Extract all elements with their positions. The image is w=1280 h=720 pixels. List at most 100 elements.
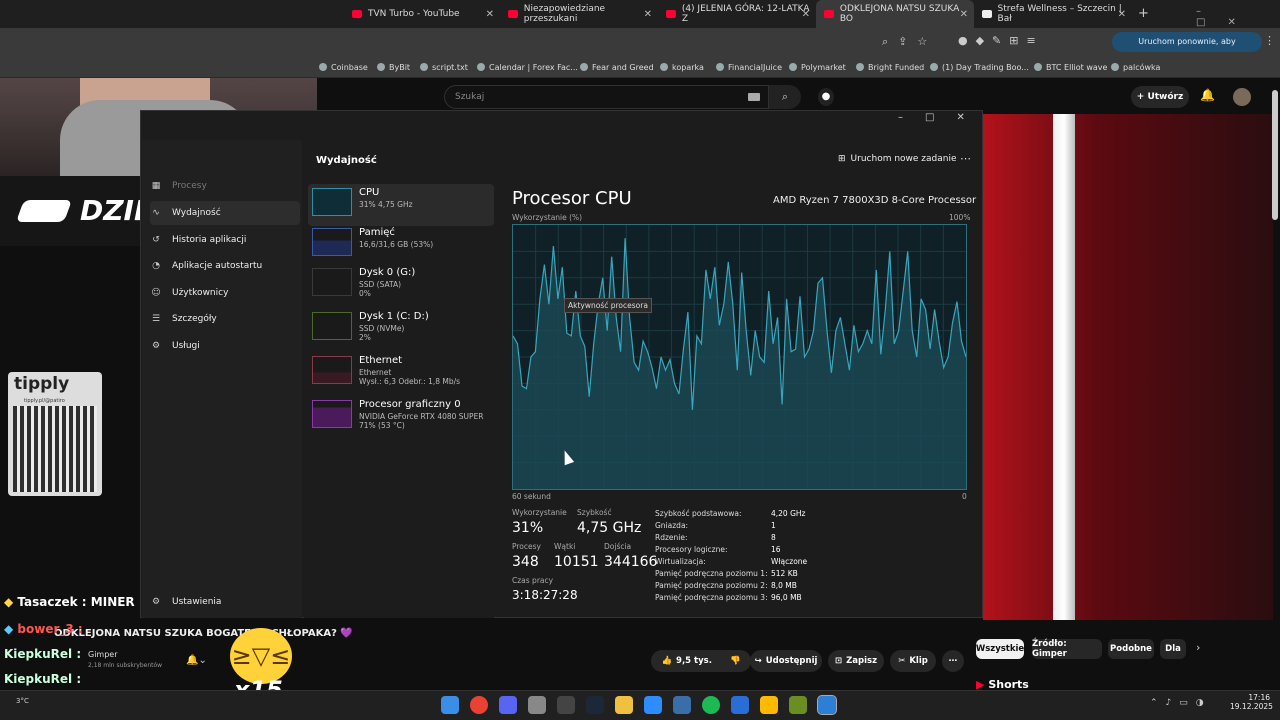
discord-icon[interactable] [499, 696, 517, 714]
save-button[interactable]: ⊡ Zapisz [828, 650, 884, 672]
bookmark[interactable]: Calendar | Forex Fac... [477, 56, 578, 78]
app-icon[interactable] [557, 696, 575, 714]
nav-item-performance[interactable]: ∿ Wydajność [150, 201, 300, 225]
like-button[interactable]: 👍 9,5 tys. 👎 [651, 650, 751, 672]
edge-icon[interactable] [644, 696, 662, 714]
app-icon[interactable] [731, 696, 749, 714]
new-task-button[interactable]: ⊞ Uruchom nowe zadanie [838, 154, 957, 164]
tab-jelenia-gora[interactable]: (4) JELENIA GÓRA: 12-LATKA Z ✕ [658, 0, 816, 28]
bookmark[interactable]: koparka [660, 56, 704, 78]
extension-icons[interactable]: ●◆✎⊞≡ [958, 34, 1044, 47]
vpn-icon[interactable] [673, 696, 691, 714]
tab-label: ODKLEJONA NATSU SZUKA BO [839, 4, 960, 24]
device-gpu[interactable]: Procesor graficzny 0 NVIDIA GeForce RTX … [308, 396, 494, 438]
bookmark[interactable]: Fear and Greed [580, 56, 654, 78]
chip-for-you[interactable]: Dla [1160, 639, 1186, 659]
device-ethernet[interactable]: Ethernet Ethernet Wysł.: 6,3 Odebr.: 1,8… [308, 352, 494, 394]
chrome-icon[interactable] [470, 696, 488, 714]
address-actions-icons[interactable]: ⌕⇪☆ [882, 35, 937, 49]
task-manager-icon[interactable] [817, 695, 837, 715]
create-button[interactable]: + Utwórz [1131, 86, 1189, 108]
window-controls[interactable]: –□✕ [1196, 6, 1280, 28]
video-frame[interactable] [983, 114, 1273, 620]
nav-item-app-history[interactable]: ↺ Historia aplikacji [150, 228, 246, 252]
chip-all[interactable]: Wszystkie [976, 639, 1024, 659]
bookmark[interactable]: Polymarket [789, 56, 846, 78]
share-label: Udostępnij [765, 656, 818, 666]
scrollbar-thumb[interactable] [1272, 90, 1278, 220]
bookmark-icon [1111, 63, 1119, 71]
tab-tvn[interactable]: TVN Turbo - YouTube ✕ [344, 0, 500, 28]
more-actions-icon[interactable]: ⋯ [942, 650, 964, 672]
update-button[interactable]: Uruchom ponownie, aby zaktualizować [1112, 32, 1262, 66]
device-memory[interactable]: Pamięć 16,6/31,6 GB (53%) [308, 224, 494, 266]
nav-item-settings[interactable]: ⚙ Ustawienia [150, 590, 222, 614]
search-input[interactable]: Szukaj [444, 85, 769, 109]
chevron-right-icon[interactable]: › [1196, 641, 1200, 654]
share-button[interactable]: ↪ Udostępnij [750, 650, 822, 672]
device-disk-0[interactable]: Dysk 0 (G:) SSD (SATA) 0% [308, 264, 494, 306]
clock[interactable]: 17:16 19.12.2025 [1230, 693, 1273, 711]
speed-value: 4,75 GHz [577, 520, 642, 536]
device-stat: SSD (SATA) [359, 280, 402, 289]
app-icon[interactable] [789, 696, 807, 714]
weather-temp[interactable]: 3°C [16, 697, 29, 705]
app-icon[interactable] [528, 696, 546, 714]
taskmgr-window-controls[interactable]: –□✕ [898, 112, 987, 123]
spotify-icon[interactable] [702, 696, 720, 714]
avatar[interactable] [1233, 88, 1251, 106]
clip-button[interactable]: ✂ Klip [890, 650, 936, 672]
tab-strefa[interactable]: Strefa Wellness – Szczecin | Bał ✕ [974, 0, 1132, 28]
tray-icons[interactable]: ⌃♪▭◑ [1150, 698, 1212, 708]
microphone-icon[interactable]: ● [818, 88, 834, 106]
start-icon[interactable] [441, 696, 459, 714]
tab-niezapowiedziane[interactable]: Niezapowiedziane przeszukani ✕ [500, 0, 658, 28]
bookmark[interactable]: palcówka [1111, 56, 1160, 78]
youtube-icon [508, 10, 518, 18]
menu-icon[interactable]: ⋮ [1264, 34, 1275, 47]
bookmark[interactable]: BTC Elliot wave [1034, 56, 1107, 78]
bell-icon[interactable]: 🔔 [1200, 88, 1215, 102]
bookmark[interactable]: Coinbase [319, 56, 368, 78]
close-icon[interactable]: ✕ [644, 9, 652, 20]
steam-icon[interactable] [586, 696, 604, 714]
processes-value: 348 [512, 554, 539, 570]
device-disk-1[interactable]: Dysk 1 (C: D:) SSD (NVMe) 2% [308, 308, 494, 350]
folder-icon [660, 63, 668, 71]
bookmark-label: Coinbase [331, 62, 368, 72]
nav-item-processes[interactable]: ▦ Procesy [150, 174, 207, 198]
keyboard-icon[interactable] [748, 93, 760, 101]
nav-item-services[interactable]: ⚙ Usługi [150, 334, 200, 358]
badge-icon: ◆ [4, 622, 14, 636]
bookmark[interactable]: script.txt [420, 56, 468, 78]
chip-source[interactable]: Źródło: Gimper [1032, 639, 1102, 659]
folder-icon[interactable] [615, 696, 633, 714]
bookmark[interactable]: ByBit [377, 56, 410, 78]
spec-label: Pamięć podręczna poziomu 2: [655, 581, 768, 590]
nav-item-users[interactable]: ☺ Użytkownicy [150, 281, 228, 305]
spec-value: 1 [771, 521, 776, 530]
notes-icon[interactable] [760, 696, 778, 714]
bookmark[interactable]: FinancialJuice [716, 56, 782, 78]
nav-item-startup[interactable]: ◔ Aplikacje autostartu [150, 254, 262, 278]
close-icon[interactable]: ✕ [960, 9, 968, 20]
tab-label: Niezapowiedziane przeszukani [523, 4, 606, 24]
spec-label: Pamięć podręczna poziomu 3: [655, 593, 768, 602]
nav-item-details[interactable]: ☰ Szczegóły [150, 307, 217, 331]
bell-icon[interactable]: 🔔⌄ [186, 655, 207, 666]
close-icon[interactable]: ✕ [1118, 9, 1126, 20]
tab-odklejona[interactable]: ODKLEJONA NATSU SZUKA BO ✕ [816, 0, 974, 28]
close-icon[interactable]: ✕ [486, 9, 494, 20]
time-axis-label: 60 sekund [512, 492, 551, 501]
processes-label: Procesy [512, 542, 541, 551]
chip-similar[interactable]: Podobne [1108, 639, 1154, 659]
new-tab-icon[interactable]: + [1138, 6, 1149, 21]
device-cpu[interactable]: CPU 31% 4,75 GHz [308, 184, 494, 226]
bookmark[interactable]: (1) Day Trading Boo... [930, 56, 1029, 78]
bookmark[interactable]: Bright Funded [856, 56, 924, 78]
channel-name[interactable]: Gimper [88, 650, 118, 659]
close-icon[interactable]: ✕ [802, 9, 810, 20]
more-options-icon[interactable]: ⋯ [960, 152, 971, 165]
clip-label: Klip [909, 656, 928, 666]
search-icon[interactable]: ⌕ [769, 85, 801, 109]
